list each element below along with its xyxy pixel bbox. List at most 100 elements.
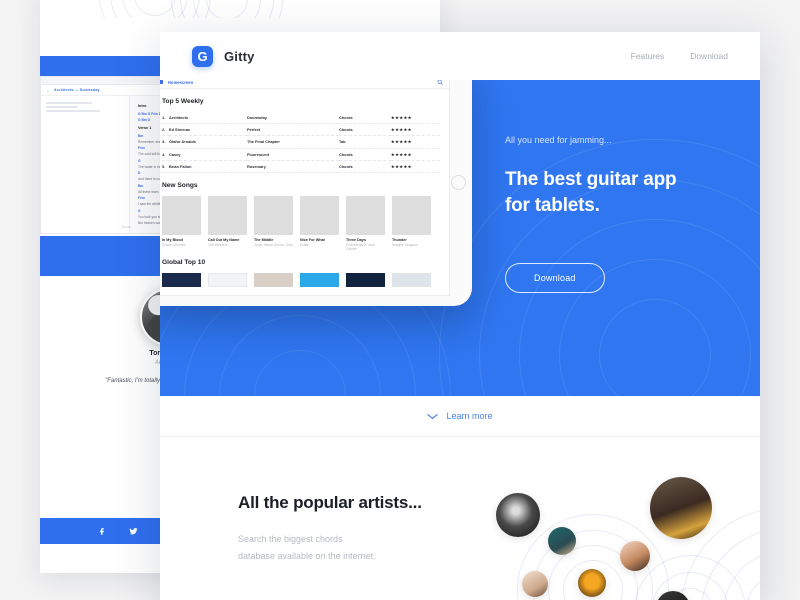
download-button[interactable]: Download bbox=[505, 263, 605, 294]
site-header: G Gitty Features Download bbox=[160, 32, 760, 80]
table-row[interactable]: 4. Casey Fluorescent Chords ★★★★★ bbox=[162, 148, 440, 161]
row-rank: 1. bbox=[162, 112, 169, 125]
hero-section: All you need for jamming... The best gui… bbox=[160, 80, 760, 396]
hero-headline-line2: for tablets. bbox=[505, 195, 600, 217]
artists-paragraph-line2: database available on the internet. bbox=[238, 550, 376, 561]
artist-avatar[interactable] bbox=[522, 571, 548, 597]
list-item[interactable]: Nice For What Drake bbox=[300, 195, 339, 251]
album-art[interactable] bbox=[346, 273, 385, 288]
list-item[interactable]: Three Days Rudimental ft. Jess Glynne bbox=[346, 195, 385, 252]
artist-avatar[interactable] bbox=[620, 541, 650, 571]
row-song: Perfect bbox=[247, 123, 339, 137]
twitter-icon[interactable] bbox=[129, 527, 138, 536]
search-icon[interactable] bbox=[437, 80, 443, 85]
row-artist: Casey bbox=[169, 148, 247, 161]
list-item[interactable]: In My Blood Shawn Mendes bbox=[162, 195, 201, 251]
row-rating: ★★★★★ bbox=[391, 148, 440, 161]
back-arrow-icon: ← bbox=[46, 87, 50, 93]
screenshot-footer-note: Chords bbox=[121, 225, 132, 229]
table-row[interactable]: 1. Architects Doomsday Chords ★★★★★ bbox=[162, 112, 440, 125]
hero-headline: The best guitar app for tablets. bbox=[505, 167, 735, 219]
song-artist: The Weeknd bbox=[208, 243, 228, 248]
artists-heading: All the popular artists... bbox=[238, 493, 422, 512]
row-artist: Architects bbox=[169, 112, 247, 125]
chevron-down-icon bbox=[427, 413, 439, 419]
row-rating: ★★★★★ bbox=[391, 123, 440, 137]
ripple-rings bbox=[171, 0, 283, 18]
album-art[interactable] bbox=[162, 273, 201, 288]
row-type: Chords bbox=[339, 112, 391, 125]
logo-initial: G bbox=[197, 48, 208, 64]
artist-avatar[interactable] bbox=[548, 527, 576, 555]
row-rank: 4. bbox=[162, 148, 169, 161]
row-song: The Final Chapter bbox=[247, 135, 339, 149]
list-item[interactable]: Call Out My Name The Weeknd bbox=[208, 195, 247, 251]
learn-more-label: Learn more bbox=[446, 411, 493, 421]
artist-avatar[interactable] bbox=[496, 493, 540, 537]
table-row[interactable]: 5. Brian Fallon Rosemary Chords ★★★★★ bbox=[162, 160, 440, 173]
row-rating: ★★★★★ bbox=[391, 112, 440, 125]
artists-copy: All the popular artists... Search the bi… bbox=[238, 493, 478, 564]
table-row[interactable]: 3. Ólafur Arnalds The Final Chapter Tab … bbox=[162, 135, 440, 149]
tablet-home-button[interactable] bbox=[451, 175, 466, 190]
album-art[interactable] bbox=[392, 273, 431, 288]
song-artist: Rudimental ft. Jess Glynne bbox=[346, 243, 375, 252]
new-songs-title: New Songs bbox=[162, 181, 198, 189]
learn-more-bar[interactable]: Learn more bbox=[160, 396, 760, 437]
gitty-landing-page: G Gitty Features Download All you need f… bbox=[160, 32, 760, 600]
main-nav: Features Download bbox=[631, 51, 728, 61]
row-type: Chords bbox=[339, 160, 391, 173]
brand-name: Gitty bbox=[224, 48, 255, 64]
new-songs-section: New Songs In My Blood Shawn Mendes Call … bbox=[162, 182, 440, 251]
list-item[interactable]: The Middle Zedd, Maren Morris, Grey bbox=[254, 195, 293, 251]
new-songs-list: In My Blood Shawn Mendes Call Out My Nam… bbox=[162, 195, 440, 252]
artist-avatar[interactable] bbox=[650, 477, 712, 539]
tablet-mockup: Gitty 9:41 AM Homescreen Top 5 Weekly bbox=[160, 80, 472, 306]
ripple-rings bbox=[99, 0, 211, 18]
top5-title: Top 5 Weekly bbox=[162, 98, 204, 105]
row-song: Fluorescent bbox=[247, 148, 339, 161]
album-art[interactable] bbox=[254, 273, 293, 288]
table-row[interactable]: 2. Ed Sheeran Perfect Chords ★★★★★ bbox=[162, 123, 440, 137]
song-title: In My Blood bbox=[162, 237, 183, 242]
nav-item-download[interactable]: Download bbox=[690, 51, 728, 61]
tablet-screen: Gitty 9:41 AM Homescreen Top 5 Weekly bbox=[160, 80, 450, 296]
song-artist: Zedd, Maren Morris, Grey bbox=[254, 243, 293, 248]
global-top-title: Global Top 10 bbox=[162, 259, 206, 267]
artists-paragraph: Search the biggest chords database avail… bbox=[238, 531, 478, 564]
artist-avatar[interactable] bbox=[578, 569, 606, 597]
row-artist: Ed Sheeran bbox=[169, 123, 247, 137]
album-art bbox=[162, 195, 201, 235]
album-art[interactable] bbox=[300, 273, 339, 288]
row-type: Tab bbox=[339, 135, 391, 149]
artists-paragraph-line1: Search the biggest chords bbox=[238, 534, 343, 544]
row-artist: Ólafur Arnalds bbox=[169, 135, 247, 149]
row-rating: ★★★★★ bbox=[391, 135, 440, 149]
artist-avatars-cluster bbox=[460, 437, 760, 600]
row-rank: 5. bbox=[162, 160, 169, 173]
hero-kicker: All you need for jamming... bbox=[505, 135, 612, 145]
brand[interactable]: G Gitty bbox=[192, 45, 255, 67]
screenshot-canvas: ← Architects — Doomsday Intro G Bm G F#m… bbox=[0, 0, 800, 600]
album-art bbox=[300, 195, 339, 235]
row-rank: 2. bbox=[162, 123, 169, 137]
row-artist: Brian Fallon bbox=[169, 160, 247, 173]
global-top-section: Global Top 10 bbox=[162, 259, 440, 288]
global-top-list bbox=[162, 273, 440, 288]
row-song: Rosemary bbox=[247, 160, 339, 173]
album-art[interactable] bbox=[208, 273, 247, 288]
app-screen-title: Homescreen bbox=[168, 80, 194, 85]
hero-copy: All you need for jamming... The best gui… bbox=[505, 135, 735, 294]
row-type: Chords bbox=[339, 148, 391, 161]
song-artist: Drake bbox=[300, 243, 310, 248]
screenshot-breadcrumb: Architects — Doomsday bbox=[54, 88, 100, 92]
nav-item-features[interactable]: Features bbox=[631, 51, 665, 61]
list-item[interactable]: Thunder Imagine Dragons bbox=[392, 195, 431, 251]
artist-avatar[interactable] bbox=[656, 591, 690, 600]
app-content: Top 5 Weekly 1. Architects Doomsday Chor… bbox=[160, 89, 449, 288]
song-artist: Imagine Dragons bbox=[392, 243, 418, 248]
menu-icon[interactable] bbox=[160, 80, 163, 84]
facebook-icon[interactable] bbox=[98, 527, 107, 536]
row-rating: ★★★★★ bbox=[391, 160, 440, 173]
album-art bbox=[254, 195, 293, 235]
